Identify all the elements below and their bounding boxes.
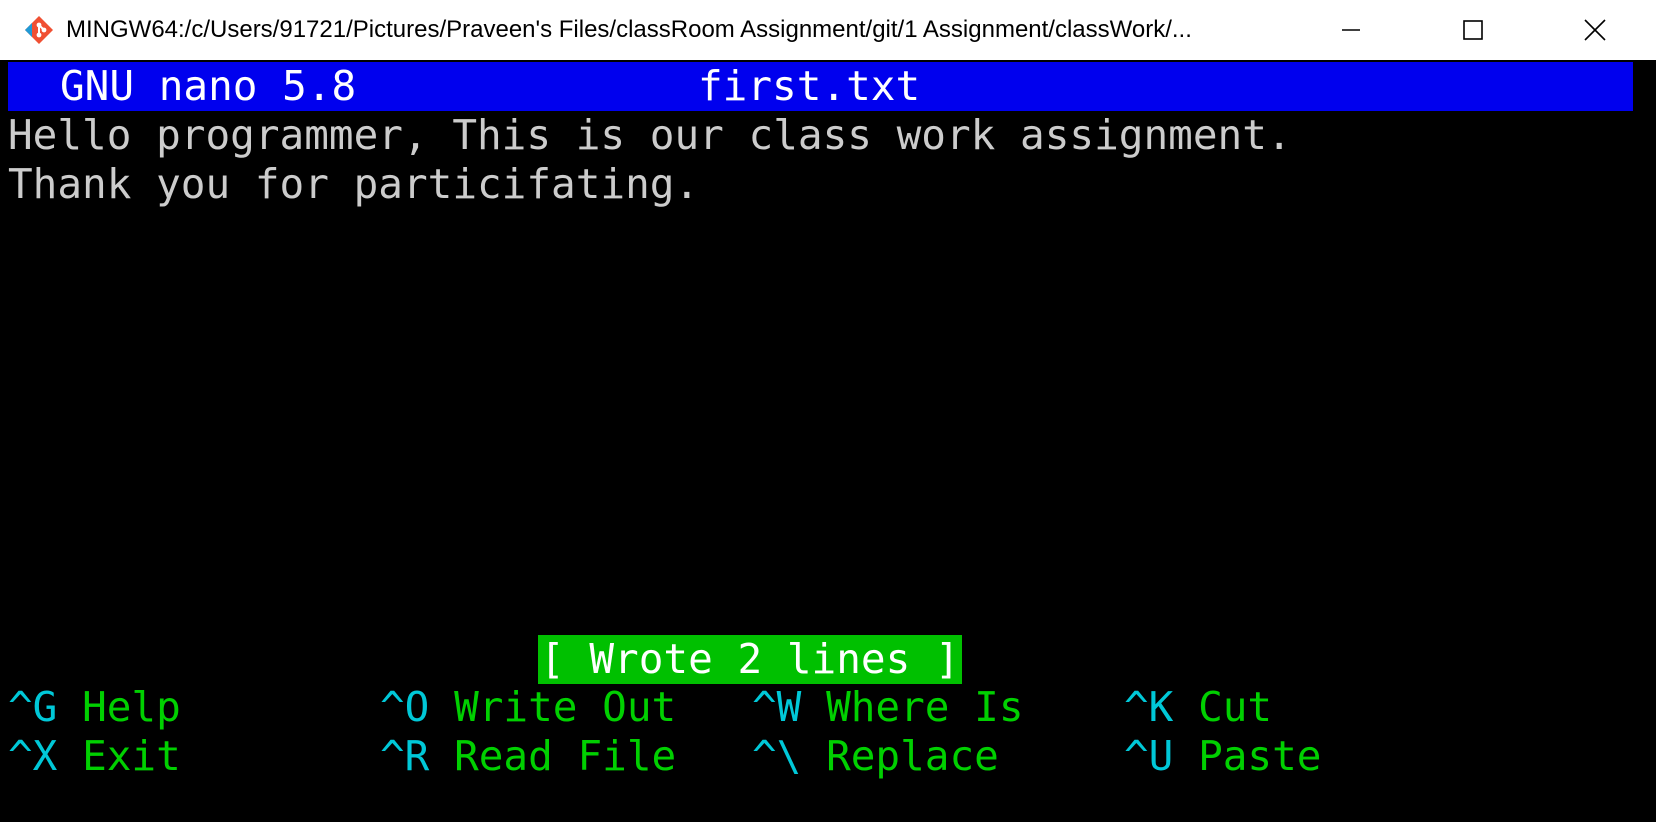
- window-titlebar[interactable]: MINGW64:/c/Users/91721/Pictures/Praveen'…: [0, 0, 1656, 60]
- shortcut-label: Help: [82, 683, 181, 731]
- git-icon: [22, 13, 56, 47]
- shortcut-write-out[interactable]: ^O Write Out: [380, 683, 676, 732]
- close-icon: [1583, 18, 1607, 42]
- shortcut-key: ^W: [752, 683, 802, 731]
- shortcut-label: Replace: [826, 732, 999, 780]
- shortcut-bar: ^G Help ^O Write Out ^W Where Is ^K Cut …: [8, 683, 1633, 781]
- maximize-button[interactable]: [1412, 0, 1534, 60]
- maximize-icon: [1462, 19, 1484, 41]
- shortcut-key: ^\: [752, 732, 802, 780]
- status-message: [ Wrote 2 lines ]: [538, 635, 962, 684]
- shortcut-read-file[interactable]: ^R Read File: [380, 732, 676, 781]
- nano-title-bar: GNU nano 5.8 first.txt: [8, 62, 1633, 111]
- shortcut-paste[interactable]: ^U Paste: [1124, 732, 1321, 781]
- minimize-button[interactable]: [1290, 0, 1412, 60]
- shortcut-key: ^R: [380, 732, 430, 780]
- shortcut-label: Write Out: [454, 683, 677, 731]
- terminal-window[interactable]: GNU nano 5.8 first.txt Hello programmer,…: [8, 60, 1648, 822]
- nano-version: GNU nano 5.8: [60, 62, 357, 110]
- window-title: MINGW64:/c/Users/91721/Pictures/Praveen'…: [66, 16, 1192, 43]
- minimize-icon: [1340, 19, 1362, 41]
- file-name: first.txt: [698, 62, 921, 110]
- shortcut-label: Paste: [1198, 732, 1322, 780]
- shortcut-key: ^O: [380, 683, 430, 731]
- shortcut-key: ^G: [8, 683, 58, 731]
- shortcut-replace[interactable]: ^\ Replace: [752, 732, 999, 781]
- shortcut-exit[interactable]: ^X Exit: [8, 732, 181, 781]
- shortcut-key: ^U: [1124, 732, 1174, 780]
- shortcut-label: Exit: [82, 732, 181, 780]
- editor-buffer[interactable]: Hello programmer, This is our class work…: [8, 111, 1633, 209]
- shortcut-label: Cut: [1198, 683, 1273, 731]
- shortcut-where-is[interactable]: ^W Where Is: [752, 683, 1024, 732]
- close-button[interactable]: [1534, 0, 1656, 60]
- shortcut-label: Read File: [454, 732, 677, 780]
- buffer-line-1[interactable]: Hello programmer, This is our class work…: [8, 111, 1633, 160]
- shortcut-help[interactable]: ^G Help: [8, 683, 181, 732]
- shortcut-label: Where Is: [826, 683, 1024, 731]
- shortcut-key: ^X: [8, 732, 58, 780]
- shortcut-cut[interactable]: ^K Cut: [1124, 683, 1272, 732]
- shortcut-key: ^K: [1124, 683, 1174, 731]
- buffer-line-2[interactable]: Thank you for particifating.: [8, 160, 1633, 209]
- window-controls: [1290, 0, 1656, 60]
